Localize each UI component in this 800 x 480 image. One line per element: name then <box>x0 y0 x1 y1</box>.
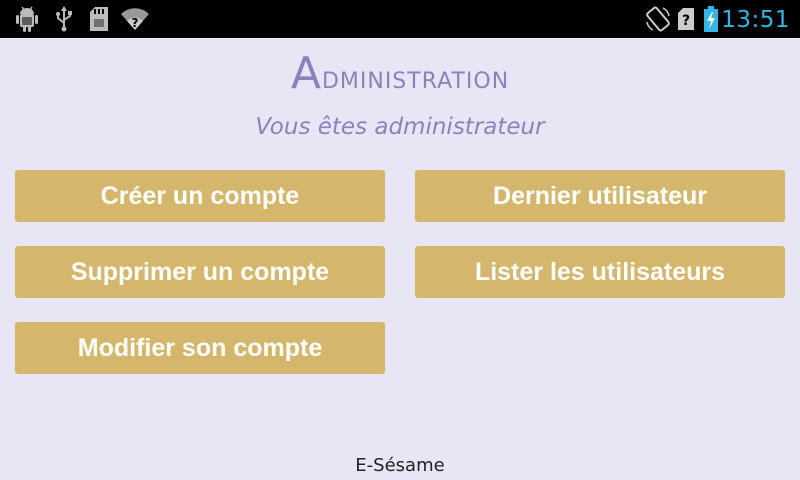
list-users-button[interactable]: Lister les utilisateurs <box>415 246 785 298</box>
svg-text:?: ? <box>132 16 139 30</box>
wifi-icon: ? <box>120 0 150 38</box>
svg-text:?: ? <box>682 13 690 29</box>
last-user-button[interactable]: Dernier utilisateur <box>415 170 785 222</box>
sd-card-icon <box>88 0 110 38</box>
android-debug-icon <box>14 0 40 38</box>
page-title-rest: dministration <box>321 60 510 96</box>
app-name-footer: E-Sésame <box>355 455 445 476</box>
usb-icon <box>52 0 76 38</box>
status-clock: 13:51 <box>721 7 790 33</box>
screen-rotate-icon <box>644 0 672 38</box>
status-bar: ? ? 13:51 <box>0 0 800 38</box>
delete-account-button[interactable]: Supprimer un compte <box>15 246 385 298</box>
page-subtitle: Vous êtes administrateur <box>255 114 545 140</box>
battery-charging-icon <box>700 0 722 38</box>
create-account-button[interactable]: Créer un compte <box>15 170 385 222</box>
no-sim-icon: ? <box>676 0 696 38</box>
edit-own-account-button[interactable]: Modifier son compte <box>15 322 385 374</box>
page-title-initial: A <box>290 48 322 99</box>
page-title: Administration <box>0 48 800 99</box>
